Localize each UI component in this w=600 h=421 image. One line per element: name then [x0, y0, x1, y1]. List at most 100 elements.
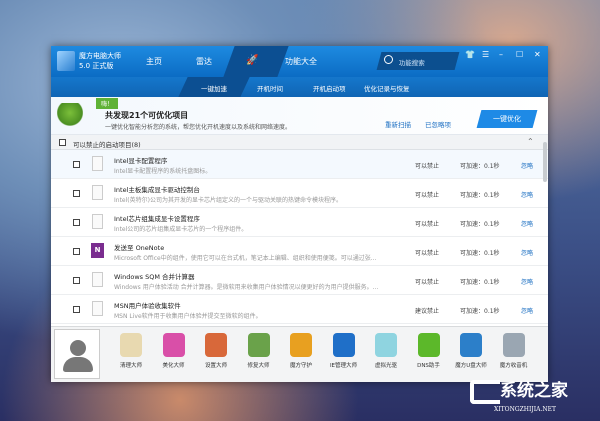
subtab-boot-time[interactable]: 开机时间: [257, 83, 283, 93]
item-speedup: 可加速：0.1秒: [460, 192, 500, 199]
file-icon: [92, 156, 103, 171]
tool-item[interactable]: 美化大师: [154, 333, 194, 369]
tool-item[interactable]: 清理大师: [111, 333, 151, 369]
mascot-icon: [57, 103, 83, 131]
avatar[interactable]: [54, 329, 100, 379]
ignore-link[interactable]: 忽略: [521, 277, 533, 286]
tool-icon: [417, 333, 440, 357]
app-brand: 魔方电脑大师 5.0 正式版: [79, 51, 121, 71]
item-status: 可以禁止: [415, 250, 440, 257]
tool-icon: [460, 333, 482, 357]
list-item[interactable]: Intel显卡配置程序 Intel显卡配置程序的系统托盘图标。 可以禁止 可加速…: [51, 150, 548, 179]
item-checkbox[interactable]: [73, 161, 80, 168]
tool-icon: [332, 333, 355, 357]
ignored-link[interactable]: 已忽略项: [425, 119, 451, 129]
tool-bar: 清理大师 美化大师 设置大师 修复大师 魔方守护 IE管理大师 虚拟光驱 DNS助手 魔方U盘大…: [51, 326, 548, 382]
banner-desc: 一键优化智能分析您的系统，帮您优化开机速度以及系统和网络速度。: [105, 124, 292, 131]
list-item[interactable]: Windows SQM 合并计算器 Windows 用户体验活动 合并计算器。是…: [51, 266, 548, 295]
group-header[interactable]: 可以禁止的启动项目(8) ⌃: [51, 135, 548, 150]
item-desc: Intel显卡配置程序的系统托盘图标。: [114, 168, 212, 175]
subtab-startup-items[interactable]: 开机启动项: [313, 83, 346, 93]
tool-item[interactable]: 魔方U盘大师: [451, 333, 491, 369]
tool-label: 魔方收音机: [499, 363, 528, 369]
speech-bubble: 嗨！: [96, 98, 119, 109]
tool-item[interactable]: 虚拟光驱: [366, 333, 406, 369]
tool-icon: [205, 333, 227, 357]
item-checkbox[interactable]: [73, 306, 80, 313]
item-title: MSN用户体验收集软件: [114, 302, 181, 310]
tool-label: 清理大师: [119, 363, 142, 369]
group-title: 可以禁止的启动项目(8): [73, 141, 141, 149]
item-title: Windows SQM 合并计算器: [114, 273, 195, 281]
item-speedup: 可加速：0.1秒: [460, 279, 500, 286]
ignore-link[interactable]: 忽略: [521, 161, 533, 170]
scan-banner: 嗨！ 共发现21个可优化项目 一键优化智能分析您的系统，帮您优化开机速度以及系统…: [51, 97, 548, 135]
scrollbar[interactable]: [543, 142, 547, 182]
ignore-link[interactable]: 忽略: [521, 219, 533, 228]
app-window: 魔方电脑大师 5.0 正式版 主页 雷达 🚀 功能大全 功能搜索 👕 ☰ – ☐ …: [51, 46, 548, 382]
item-desc: Microsoft Office中的组件，使用它可以在台式机，笔记本上编辑、组织…: [114, 255, 377, 262]
item-checkbox[interactable]: [73, 219, 80, 226]
item-speedup: 可加速：0.1秒: [460, 308, 500, 315]
item-speedup: 可加速：0.1秒: [460, 250, 500, 257]
ignore-link[interactable]: 忽略: [521, 306, 533, 315]
list-item[interactable]: Intel主板集成显卡驱动控制台 Intel(英特尔)公司为其开发的显卡芯片组定…: [51, 179, 548, 208]
item-desc: Windows 用户体验活动 合并计算器。是微软用来收集用户体验情况以便更好的为…: [114, 284, 379, 291]
tool-item[interactable]: DNS助手: [409, 333, 449, 369]
maximize-icon[interactable]: ☐: [516, 50, 523, 59]
subtab-one-click-speedup[interactable]: 一键加速: [201, 83, 227, 93]
tool-label: 魔方U盘大师: [455, 363, 487, 369]
ignore-link[interactable]: 忽略: [521, 248, 533, 257]
menu-icon[interactable]: ☰: [482, 50, 489, 59]
item-speedup: 可加速：0.1秒: [460, 163, 500, 170]
item-title: Intel主板集成显卡驱动控制台: [114, 186, 200, 194]
tool-item[interactable]: 魔方守护: [281, 333, 321, 369]
tool-icon: [120, 333, 142, 357]
item-checkbox[interactable]: [73, 190, 80, 197]
close-icon[interactable]: ✕: [534, 50, 541, 59]
app-logo-icon: [57, 51, 75, 71]
tool-label: 设置大师: [204, 363, 227, 369]
onenote-icon: N: [91, 243, 104, 258]
minimize-icon[interactable]: –: [499, 50, 503, 59]
item-status: 建议禁止: [415, 308, 440, 315]
item-title: Intel芯片组集成显卡设置程序: [114, 215, 200, 223]
item-title: Intel显卡配置程序: [114, 157, 168, 165]
item-status: 可以禁止: [415, 192, 440, 199]
optimize-button[interactable]: 一键优化: [476, 110, 538, 128]
rescan-link[interactable]: 重新扫描: [385, 119, 411, 129]
tab-all-functions[interactable]: 功能大全: [285, 56, 317, 67]
item-checkbox[interactable]: [73, 277, 80, 284]
file-icon: [92, 214, 103, 229]
tool-item[interactable]: IE管理大师: [324, 333, 364, 369]
tool-item[interactable]: 设置大师: [196, 333, 236, 369]
title-bar: 魔方电脑大师 5.0 正式版 主页 雷达 🚀 功能大全 功能搜索 👕 ☰ – ☐ …: [51, 46, 548, 77]
tool-item[interactable]: 魔方收音机: [494, 333, 534, 369]
group-checkbox[interactable]: [59, 139, 66, 146]
item-checkbox[interactable]: [73, 248, 80, 255]
watermark-title: 系统之家: [500, 381, 568, 401]
item-desc: Intel(英特尔)公司为其开发的显卡芯片组定义的一个与驱动关联的热键命令模块程…: [114, 197, 342, 204]
item-speedup: 可加速：0.1秒: [460, 221, 500, 228]
tool-icon: [502, 333, 525, 357]
item-status: 可以禁止: [415, 221, 440, 228]
tool-label: 修复大师: [247, 363, 270, 369]
list-item[interactable]: MSN用户体验收集软件 MSN Live软件用于收集用户体验并提交至微软的组件。…: [51, 295, 548, 324]
tab-radar[interactable]: 雷达: [196, 56, 212, 67]
tab-home[interactable]: 主页: [146, 56, 162, 67]
optimize-label: 一键优化: [493, 115, 521, 123]
tool-label: 魔方守护: [289, 363, 312, 369]
tool-label: DNS助手: [417, 363, 440, 369]
collapse-icon[interactable]: ⌃: [527, 137, 534, 146]
list-item[interactable]: N 发送至 OneNote Microsoft Office中的组件，使用它可以…: [51, 237, 548, 266]
ignore-link[interactable]: 忽略: [521, 190, 533, 199]
item-status: 可以禁止: [415, 163, 440, 170]
subtab-history[interactable]: 优化记录与恢复: [364, 83, 410, 93]
list-item[interactable]: Intel芯片组集成显卡设置程序 Intel公司的芯片组集成显卡芯片的一个程序组…: [51, 208, 548, 237]
file-icon: [92, 272, 103, 287]
tool-item[interactable]: 修复大师: [239, 333, 279, 369]
tool-label: 美化大师: [162, 363, 185, 369]
rocket-icon: 🚀: [246, 55, 259, 66]
app-version: 5.0 正式版: [79, 62, 114, 70]
skin-icon[interactable]: 👕: [465, 50, 475, 59]
